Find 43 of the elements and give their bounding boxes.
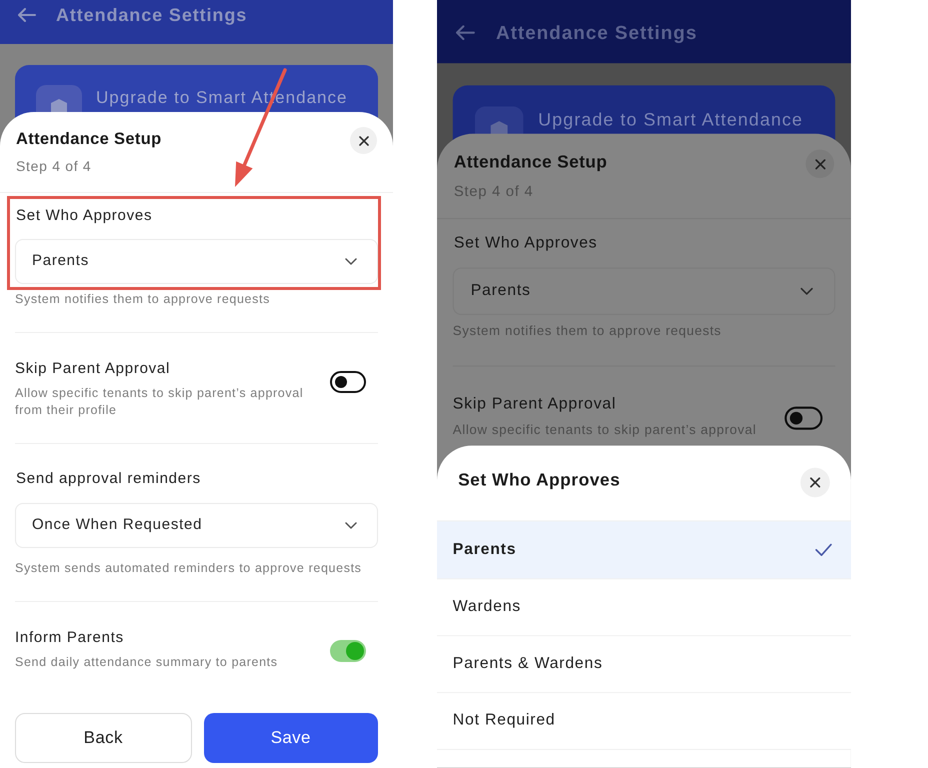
dropdown[interactable]: Once When Requested — [15, 503, 378, 548]
chevron-down-icon — [345, 258, 357, 265]
close-icon — [358, 136, 368, 146]
toggle-switch[interactable] — [784, 406, 823, 430]
option-row[interactable]: Parents — [437, 521, 851, 580]
shield-icon — [474, 106, 524, 135]
sheet-title: Attendance Setup — [16, 129, 162, 150]
setting-label: Set Who Approves — [16, 206, 154, 226]
helper-text: System notifies them to approve requests — [15, 292, 271, 306]
close-button[interactable] — [800, 468, 830, 498]
dropdown[interactable]: Parents — [452, 268, 836, 315]
setting-description: Allow specific tenants to skip parent’s approval — [452, 421, 758, 440]
close-icon — [810, 477, 820, 488]
setting-label: Inform Parents — [15, 628, 125, 648]
check-icon — [815, 544, 832, 556]
helper-text: System sends automated reminders to approve requests — [15, 561, 363, 575]
header-title: Attendance Settings — [56, 4, 248, 26]
chevron-down-icon — [345, 522, 357, 529]
back-button[interactable]: Back — [15, 713, 192, 763]
setting-description: Send daily attendance summary to parents — [15, 654, 279, 671]
picker-title: Set Who Approves — [458, 470, 620, 492]
toggle-switch[interactable] — [330, 640, 366, 662]
save-button[interactable]: Save — [204, 713, 378, 763]
setting-label: Skip Parent Approval — [15, 359, 172, 379]
setting-label: Send approval reminders — [16, 469, 202, 489]
header-title: Attendance Settings — [496, 21, 698, 44]
shield-icon — [36, 85, 82, 112]
toggle-switch[interactable] — [330, 371, 366, 393]
setting-description: Allow specific tenants to skip parent’s approval from their profile — [15, 385, 304, 419]
close-icon — [814, 158, 826, 170]
close-button[interactable] — [350, 127, 377, 154]
option-row[interactable]: Wardens — [437, 579, 851, 636]
step-indicator: Step 4 of 4 — [16, 157, 92, 176]
back-icon[interactable] — [18, 8, 36, 22]
setting-label: Set Who Approves — [454, 232, 598, 254]
setting-label: Skip Parent Approval — [452, 394, 618, 415]
back-icon[interactable] — [456, 25, 475, 40]
banner-title: Upgrade to Smart Attendance — [538, 108, 804, 132]
option-row[interactable]: Parents & Wardens — [437, 636, 851, 694]
option-row[interactable]: Not Required — [437, 693, 851, 750]
dropdown[interactable]: Parents — [15, 239, 378, 284]
chevron-down-icon — [800, 288, 814, 295]
helper-text: System notifies them to approve requests — [452, 323, 722, 338]
